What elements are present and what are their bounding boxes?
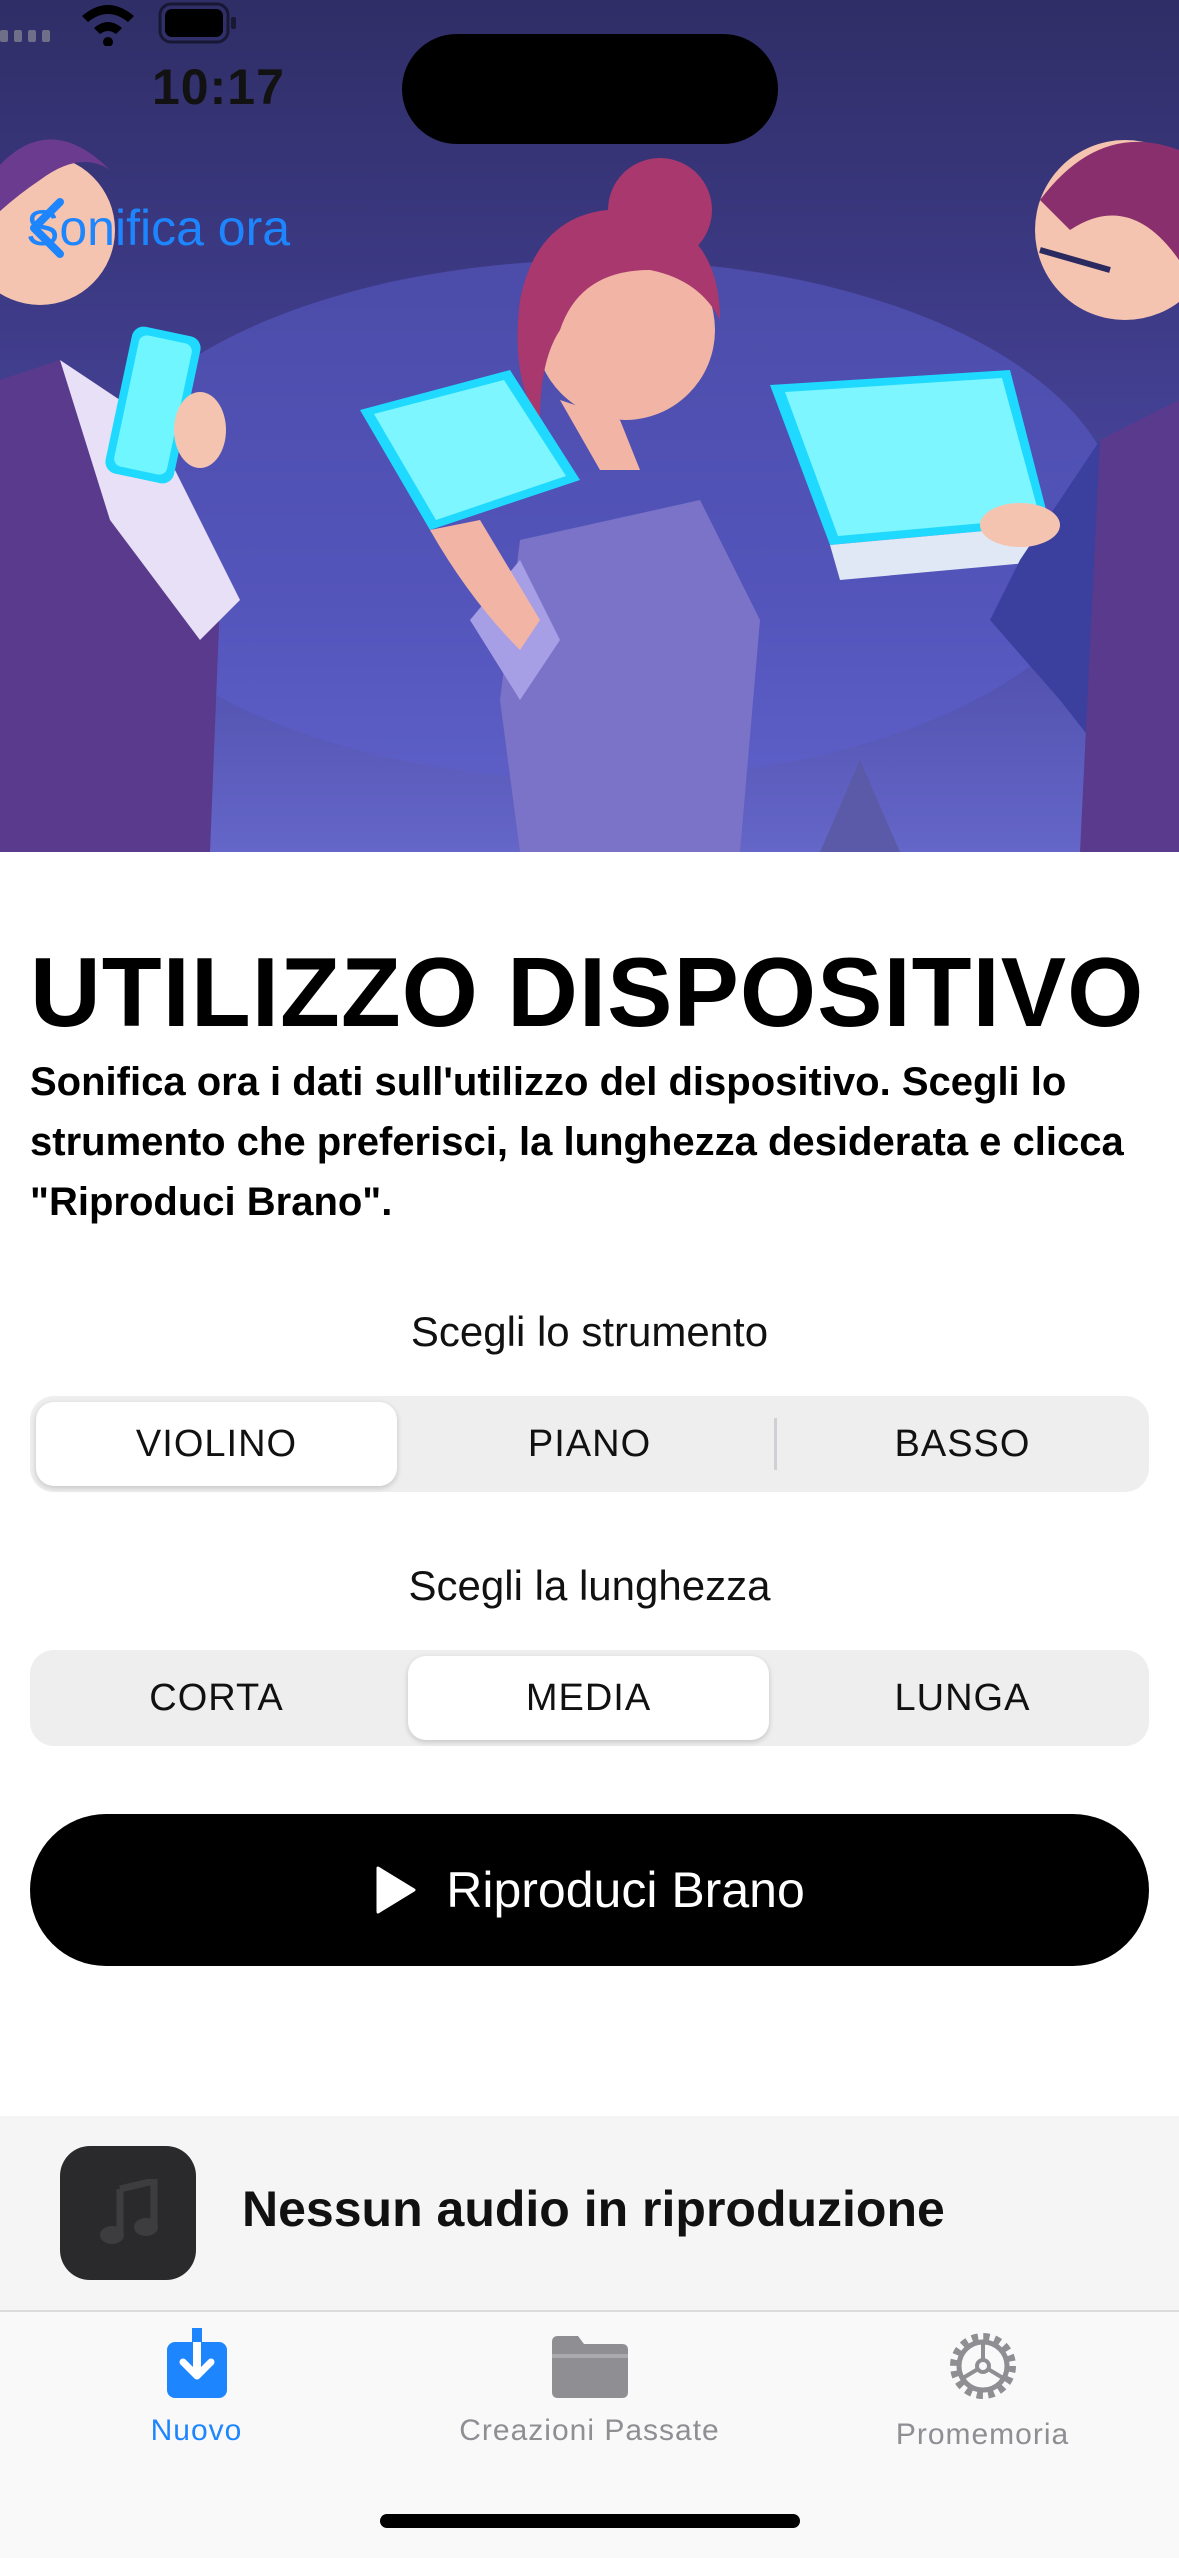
play-button-label: Riproduci Brano xyxy=(446,1862,805,1918)
music-note-icon xyxy=(100,2179,158,2244)
segment-lunga[interactable]: LUNGA xyxy=(776,1650,1149,1746)
back-button[interactable]: Sonifica ora xyxy=(26,196,290,260)
page-description: Sonifica ora i dati sull'utilizzo del di… xyxy=(30,1060,1124,1224)
tab-promemoria[interactable]: Promemoria xyxy=(786,2328,1179,2452)
tab-nuovo[interactable]: Nuovo xyxy=(0,2328,393,2448)
download-icon xyxy=(166,2328,227,2398)
folder-icon xyxy=(551,2336,628,2398)
status-time: 10:17 xyxy=(152,59,285,115)
gear-icon xyxy=(949,2333,1016,2399)
page-title: UTILIZZO DISPOSITIVO xyxy=(30,937,1145,1047)
segment-piano[interactable]: PIANO xyxy=(403,1396,776,1492)
status-icons xyxy=(0,2,236,46)
tab-label: Creazioni Passate xyxy=(459,2414,720,2447)
battery-icon xyxy=(158,2,236,44)
play-song-button[interactable]: Riproduci Brano xyxy=(30,1814,1149,1966)
segment-corta[interactable]: CORTA xyxy=(30,1650,403,1746)
instrument-label: Scegli lo strumento xyxy=(410,1308,769,1355)
length-segmented-control[interactable]: CORTA MEDIA LUNGA xyxy=(30,1650,1149,1746)
chevron-left-icon xyxy=(30,198,64,258)
segment-media[interactable]: MEDIA xyxy=(408,1656,769,1740)
segment-violino[interactable]: VIOLINO xyxy=(36,1402,397,1486)
home-indicator xyxy=(380,2514,800,2528)
length-label: Scegli la lunghezza xyxy=(408,1562,771,1609)
dynamic-island xyxy=(402,34,778,144)
play-icon xyxy=(376,1866,416,1914)
tab-creazioni-passate[interactable]: Creazioni Passate xyxy=(393,2328,786,2448)
now-playing-artwork xyxy=(60,2146,196,2280)
signal-icon xyxy=(0,30,50,42)
segment-basso[interactable]: BASSO xyxy=(776,1396,1149,1492)
tab-label: Promemoria xyxy=(895,2418,1070,2451)
tab-label: Nuovo xyxy=(150,2414,243,2447)
now-playing-bar[interactable]: Nessun audio in riproduzione xyxy=(0,2116,1179,2310)
wifi-icon xyxy=(82,5,134,46)
hero-illustration: 10:17 Sonifica ora xyxy=(0,0,1179,852)
instrument-segmented-control[interactable]: VIOLINO PIANO BASSO xyxy=(30,1396,1149,1492)
now-playing-text: Nessun audio in riproduzione xyxy=(242,2181,945,2237)
